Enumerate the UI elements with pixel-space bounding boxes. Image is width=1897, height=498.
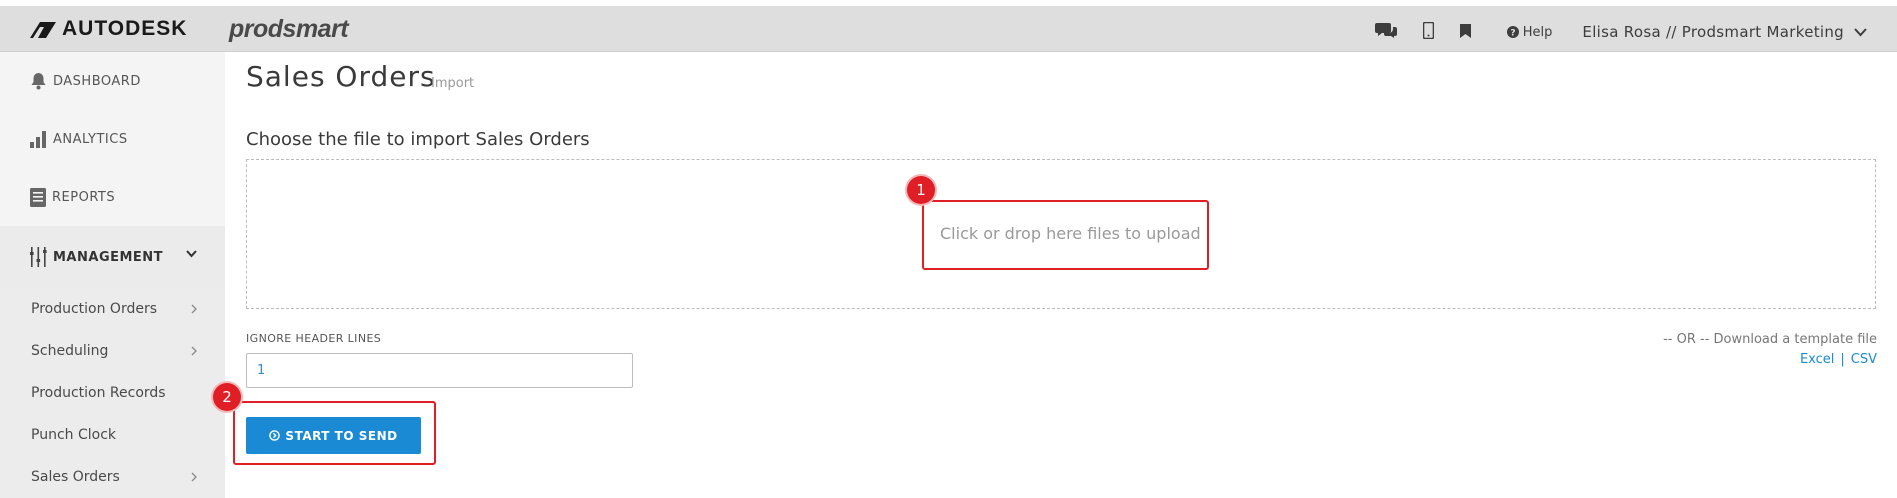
sidebar-item-reports[interactable]: REPORTS bbox=[0, 168, 225, 226]
sidebar-item-analytics[interactable]: ANALYTICS bbox=[0, 110, 225, 168]
chevron-right-icon bbox=[191, 304, 197, 314]
sidebar-item-dashboard[interactable]: DASHBOARD bbox=[0, 52, 225, 110]
sidebar-item-label: MANAGEMENT bbox=[53, 249, 164, 265]
autodesk-mark-icon bbox=[30, 22, 56, 38]
annotation-badge-2: 2 bbox=[213, 383, 241, 411]
start-to-send-button[interactable]: START TO SEND bbox=[246, 417, 421, 454]
help-link[interactable]: ? Help bbox=[1506, 24, 1553, 40]
sidebar-submenu: Production Orders Scheduling Production … bbox=[0, 288, 225, 498]
chevron-down-icon bbox=[1854, 27, 1867, 36]
sidebar-item-label: DASHBOARD bbox=[53, 73, 141, 89]
sidebar-subitem-label: Punch Clock bbox=[31, 427, 116, 443]
product-name[interactable]: prodsmart bbox=[229, 15, 349, 44]
user-label: Elisa Rosa // Prodsmart Marketing bbox=[1582, 23, 1844, 41]
sidebar-subitem-label: Production Orders bbox=[31, 301, 158, 317]
sidebar-subitem-label: Scheduling bbox=[31, 343, 109, 359]
document-icon bbox=[30, 187, 46, 207]
sidebar-subitem-production-orders[interactable]: Production Orders bbox=[0, 288, 225, 330]
file-dropzone[interactable]: Click or drop here files to upload bbox=[246, 159, 1876, 309]
chevron-right-icon bbox=[191, 472, 197, 482]
sidebar-subitem-production-records[interactable]: Production Records bbox=[0, 372, 225, 414]
bell-icon bbox=[31, 73, 46, 90]
ignore-header-lines-label: IGNORE HEADER LINES bbox=[246, 332, 382, 345]
chat-icon[interactable] bbox=[1374, 21, 1397, 43]
highlight-box-1 bbox=[922, 200, 1209, 270]
svg-text:?: ? bbox=[1510, 29, 1515, 39]
link-separator: | bbox=[1840, 352, 1845, 367]
sidebar-item-management[interactable]: MANAGEMENT bbox=[0, 226, 225, 288]
ignore-header-lines-input[interactable] bbox=[246, 353, 633, 388]
template-download-text: -- OR -- Download a template file bbox=[1663, 332, 1877, 347]
excel-template-link[interactable]: Excel bbox=[1800, 352, 1834, 367]
page-title: Sales Orders bbox=[246, 60, 436, 93]
bookmark-icon[interactable] bbox=[1459, 23, 1471, 42]
start-to-send-label: START TO SEND bbox=[285, 428, 398, 443]
chevron-down-icon bbox=[186, 250, 197, 258]
mobile-icon[interactable] bbox=[1422, 21, 1435, 43]
page-subtitle: Import bbox=[431, 76, 475, 91]
top-bar: AUTODESK prodsmart ? Help Elisa Rosa // … bbox=[0, 6, 1897, 52]
sidebar-item-label: ANALYTICS bbox=[53, 131, 128, 147]
template-links: Excel | CSV bbox=[1800, 352, 1877, 367]
sidebar-subitem-label: Sales Orders bbox=[31, 469, 120, 485]
top-icons: ? Help Elisa Rosa // Prodsmart Marketing bbox=[1349, 12, 1867, 52]
arrow-circle-icon bbox=[269, 430, 281, 441]
csv-template-link[interactable]: CSV bbox=[1851, 352, 1877, 367]
bar-chart-icon bbox=[30, 131, 46, 148]
sidebar-subitem-punch-clock[interactable]: Punch Clock bbox=[0, 414, 225, 456]
sidebar: DASHBOARD ANALYTICS REPORTS MANAGEMENT P… bbox=[0, 52, 225, 498]
section-title: Choose the file to import Sales Orders bbox=[246, 129, 590, 150]
user-menu[interactable]: Elisa Rosa // Prodsmart Marketing bbox=[1582, 23, 1867, 41]
sidebar-subitem-scheduling[interactable]: Scheduling bbox=[0, 330, 225, 372]
sliders-icon bbox=[30, 247, 47, 267]
annotation-badge-1: 1 bbox=[907, 176, 935, 204]
brand-name: AUTODESK bbox=[62, 17, 188, 40]
sidebar-item-label: REPORTS bbox=[52, 189, 116, 205]
help-label: Help bbox=[1522, 24, 1553, 40]
autodesk-logo[interactable]: AUTODESK bbox=[30, 17, 187, 41]
sidebar-subitem-sales-orders[interactable]: Sales Orders bbox=[0, 456, 225, 498]
sidebar-subitem-label: Production Records bbox=[31, 385, 166, 401]
question-circle-icon: ? bbox=[1506, 26, 1519, 39]
chevron-right-icon bbox=[191, 346, 197, 356]
